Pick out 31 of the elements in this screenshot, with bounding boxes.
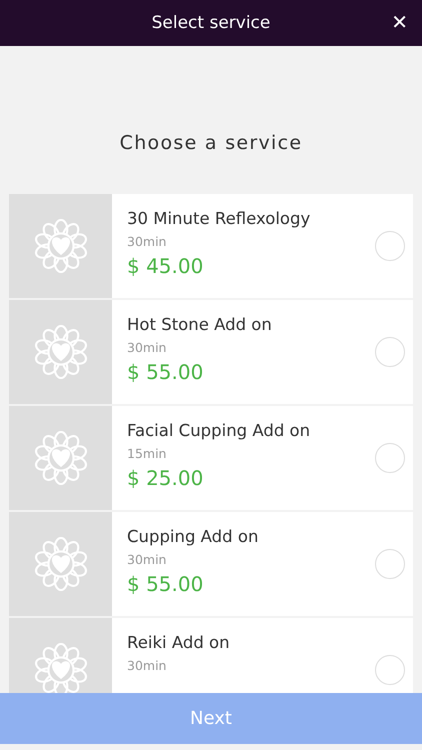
header-title: Select service <box>152 13 270 33</box>
service-duration: 30min <box>127 552 168 567</box>
flower-icon <box>34 325 88 379</box>
flower-icon <box>34 431 88 485</box>
service-item[interactable]: 30 Minute Reflexology 30min $ 45.00 <box>9 194 413 298</box>
service-item[interactable]: Hot Stone Add on 30min $ 55.00 <box>9 300 413 404</box>
service-price: $ 55.00 <box>127 360 204 384</box>
radio-button[interactable] <box>375 231 405 261</box>
service-duration: 15min <box>127 446 168 461</box>
flower-icon <box>34 537 88 591</box>
close-button[interactable]: ✕ <box>387 8 412 36</box>
service-price: $ 25.00 <box>127 466 204 490</box>
flower-icon <box>34 219 88 273</box>
service-item[interactable]: Cupping Add on 30min $ 55.00 <box>9 512 413 616</box>
radio-button[interactable] <box>375 337 405 367</box>
service-name: 30 Minute Reflexology <box>127 209 312 228</box>
service-duration: 30min <box>127 234 168 249</box>
service-item[interactable]: Reiki Add on 30min <box>9 618 413 693</box>
service-item[interactable]: Facial Cupping Add on 15min $ 25.00 <box>9 406 413 510</box>
section-heading: Choose a service <box>120 132 302 156</box>
service-duration: 30min <box>127 340 168 355</box>
service-price: $ 55.00 <box>127 572 204 596</box>
radio-button[interactable] <box>375 549 405 579</box>
radio-button[interactable] <box>375 443 405 473</box>
service-name: Hot Stone Add on <box>127 315 273 334</box>
service-name: Cupping Add on <box>127 527 260 546</box>
service-name: Facial Cupping Add on <box>127 421 312 440</box>
service-price: $ 45.00 <box>127 254 204 278</box>
service-duration: 30min <box>127 658 168 673</box>
service-name: Reiki Add on <box>127 633 231 652</box>
radio-button[interactable] <box>375 655 405 685</box>
